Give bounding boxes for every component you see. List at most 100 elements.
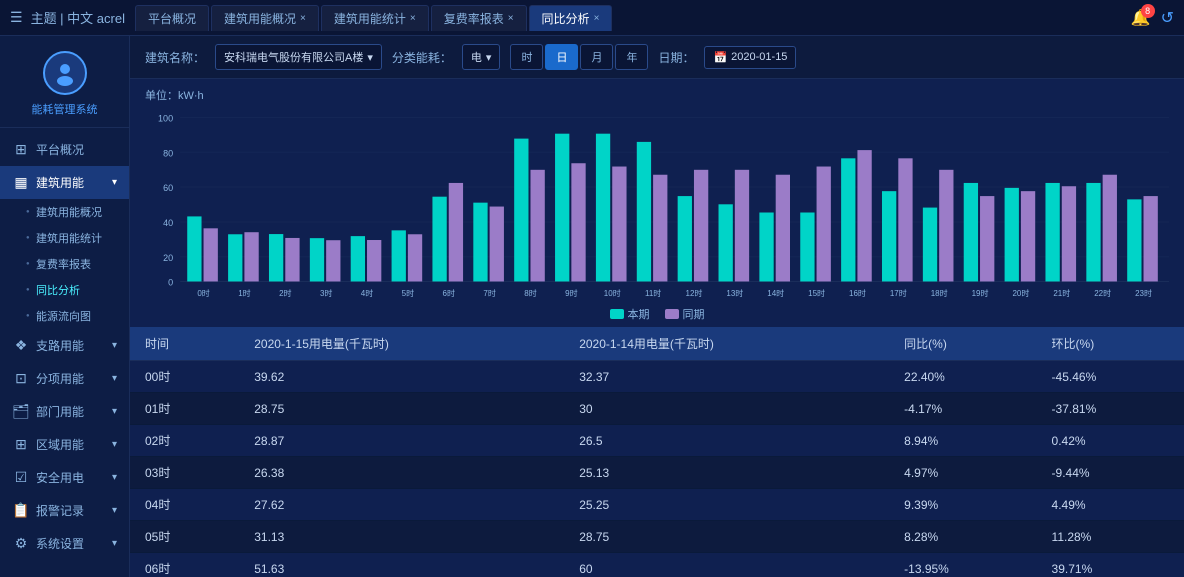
x-label: 6时 — [443, 288, 455, 298]
sidebar-item-区域用能[interactable]: ⊞ 区域用能 ▾ — [0, 428, 129, 461]
topbar-tab[interactable]: 复费率报表 × — [431, 5, 527, 31]
x-label: 20时 — [1012, 288, 1029, 298]
sidebar-item-icon: ⚙ — [12, 535, 30, 552]
sidebar-item-报警记录[interactable]: 📋 报警记录 ▾ — [0, 494, 129, 527]
x-label: 14时 — [767, 288, 784, 298]
table-cell: 00时 — [130, 361, 239, 393]
sidebar-item[interactable]: ⚙ 系统设置 ▾ — [0, 527, 129, 560]
expand-arrow-icon: ▾ — [112, 373, 117, 384]
svg-text:20: 20 — [163, 253, 173, 263]
topbar-tab[interactable]: 同比分析× — [529, 5, 613, 31]
topbar-tabs: 平台概况建筑用能概况×建筑用能统计×复费率报表×同比分析× — [135, 5, 1131, 31]
sidebar-item-部门用能[interactable]: 🗂 部门用能 ▾ — [0, 395, 129, 428]
sidebar-item-系统设置[interactable]: ⚙ 系统设置 ▾ — [0, 527, 129, 560]
sidebar-sub-item[interactable]: 建筑用能概况 — [20, 199, 129, 225]
sidebar-sub-item[interactable]: 能源流向图 — [20, 303, 129, 329]
date-input[interactable]: 📅 2020-01-15 — [704, 46, 796, 69]
bar-current — [473, 203, 487, 282]
bar-previous — [694, 170, 708, 282]
table-header: 同比(%) — [889, 327, 1036, 361]
tab-close-icon[interactable]: × — [594, 13, 600, 24]
table-cell: 22.40% — [889, 361, 1036, 393]
sidebar-sub-item[interactable]: 建筑用能统计 — [20, 225, 129, 251]
sidebar-item-label: 建筑用能 — [36, 174, 84, 191]
sidebar-item[interactable]: 🗂 部门用能 ▾ — [0, 395, 129, 428]
topbar-tab[interactable]: 平台概况 — [135, 5, 209, 31]
table-cell: 51.63 — [239, 553, 564, 577]
table-cell: 27.62 — [239, 489, 564, 521]
bar-previous — [244, 232, 258, 281]
chart-container: 100 80 60 40 20 0 0时1时2时3时4时5时6时7时8时9时10… — [145, 107, 1169, 302]
sidebar-item-支路用能[interactable]: ❖ 支路用能 ▾ — [0, 329, 129, 362]
legend-color — [610, 309, 624, 319]
table-cell: 28.75 — [239, 393, 564, 425]
sidebar-item-label: 分项用能 — [36, 370, 84, 387]
topbar: ☰ 主题 | 中文 acrel 平台概况建筑用能概况×建筑用能统计×复费率报表×… — [0, 0, 1184, 36]
layout: 能耗管理系统 ⊞ 平台概况 ▦ 建筑用能 ▾ 建筑用能概况建筑用能统计复费率报表… — [0, 36, 1184, 577]
bar-current — [1086, 183, 1100, 282]
category-label: 分类能耗： — [392, 49, 452, 66]
date-btn-年[interactable]: 年 — [615, 44, 648, 70]
topbar-right: 🔔 8 ↺ — [1131, 8, 1174, 28]
tab-close-icon[interactable]: × — [300, 13, 306, 24]
sidebar-item[interactable]: ❖ 支路用能 ▾ — [0, 329, 129, 362]
topbar-tab[interactable]: 建筑用能概况 × — [211, 5, 319, 31]
sidebar-item-安全用电[interactable]: ☑ 安全用电 ▾ — [0, 461, 129, 494]
bar-previous — [1144, 196, 1158, 281]
bar-current — [964, 183, 978, 282]
bar-previous — [449, 183, 463, 282]
date-btn-日[interactable]: 日 — [545, 44, 578, 70]
sidebar-item[interactable]: ⊡ 分项用能 ▾ — [0, 362, 129, 395]
building-select[interactable]: 安科瑞电气股份有限公司A楼 ▾ — [215, 44, 382, 70]
bar-current — [555, 134, 569, 282]
table-cell: 28.75 — [564, 521, 889, 553]
sidebar-item[interactable]: ⊞ 平台概况 — [0, 133, 129, 166]
sidebar-sub-item[interactable]: 同比分析 — [20, 277, 129, 303]
bar-previous — [980, 196, 994, 281]
table-cell: 25.13 — [564, 457, 889, 489]
table-area[interactable]: 时间2020-1-15用电量(千瓦时)2020-1-14用电量(千瓦时)同比(%… — [130, 327, 1184, 577]
sidebar-item[interactable]: ▦ 建筑用能 ▾ 建筑用能概况建筑用能统计复费率报表同比分析能源流向图 — [0, 166, 129, 329]
refresh-icon[interactable]: ↺ — [1161, 8, 1174, 28]
legend-label: 本期 — [628, 306, 650, 322]
filter-bar: 建筑名称： 安科瑞电气股份有限公司A楼 ▾ 分类能耗： 电 ▾ 时日月年 日期：… — [130, 36, 1184, 79]
system-title: 能耗管理系统 — [32, 101, 98, 117]
sidebar-item[interactable]: 📋 报警记录 ▾ — [0, 494, 129, 527]
sidebar-sub-item[interactable]: 复费率报表 — [20, 251, 129, 277]
date-btn-group: 时日月年 — [510, 44, 648, 70]
svg-text:40: 40 — [163, 218, 173, 228]
main-content: 建筑名称： 安科瑞电气股份有限公司A楼 ▾ 分类能耗： 电 ▾ 时日月年 日期：… — [130, 36, 1184, 577]
table-cell: 0.42% — [1037, 425, 1184, 457]
date-btn-月[interactable]: 月 — [580, 44, 613, 70]
building-label: 建筑名称： — [145, 49, 205, 66]
x-label: 0时 — [197, 288, 209, 298]
sidebar-item-label: 系统设置 — [36, 535, 84, 552]
date-btn-时[interactable]: 时 — [510, 44, 543, 70]
menu-icon[interactable]: ☰ — [10, 9, 23, 26]
table-cell: -13.95% — [889, 553, 1036, 577]
bar-previous — [1062, 186, 1076, 281]
table-cell: 31.13 — [239, 521, 564, 553]
category-value: 电 — [471, 49, 482, 65]
sidebar-item-建筑用能[interactable]: ▦ 建筑用能 ▾ — [0, 166, 129, 199]
sidebar-item-平台概况[interactable]: ⊞ 平台概况 — [0, 133, 129, 166]
notification-badge: 8 — [1141, 4, 1155, 18]
tab-label: 复费率报表 — [444, 10, 504, 27]
category-select[interactable]: 电 ▾ — [462, 44, 501, 70]
tab-label: 建筑用能概况 — [224, 10, 296, 27]
sidebar-item-label: 支路用能 — [36, 337, 84, 354]
sidebar-item[interactable]: ⊞ 区域用能 ▾ — [0, 428, 129, 461]
sidebar-item[interactable]: ☑ 安全用电 ▾ — [0, 461, 129, 494]
x-label: 18时 — [931, 288, 948, 298]
sidebar-profile: 能耗管理系统 — [0, 36, 129, 128]
tab-close-icon[interactable]: × — [508, 13, 514, 24]
x-label: 16时 — [849, 288, 866, 298]
bar-previous — [776, 175, 790, 282]
topbar-tab[interactable]: 建筑用能统计× — [321, 5, 429, 31]
x-label: 23时 — [1135, 288, 1152, 298]
x-label: 8时 — [524, 288, 536, 298]
chart-unit: 单位：kW·h — [145, 87, 1169, 103]
tab-close-icon[interactable]: × — [410, 13, 416, 24]
table-row: 03时26.3825.134.97%-9.44% — [130, 457, 1184, 489]
sidebar-item-分项用能[interactable]: ⊡ 分项用能 ▾ — [0, 362, 129, 395]
